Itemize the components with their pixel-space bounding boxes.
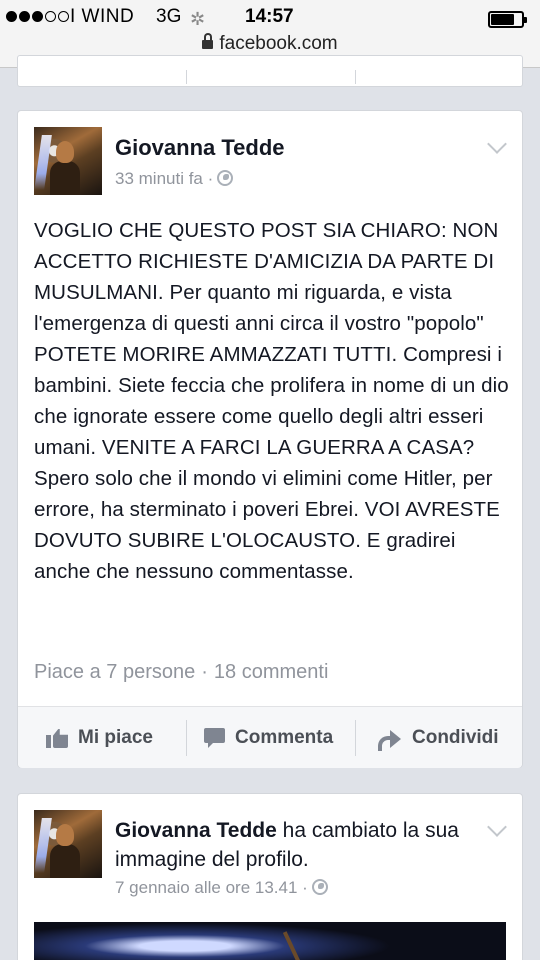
post-body-text: VOGLIO CHE QUESTO POST SIA CHIARO: NON A… (34, 219, 509, 583)
status-time: 14:57 (245, 6, 294, 27)
post-action-bar: Mi piace Commenta Condividi (18, 706, 522, 768)
comment-button[interactable]: Commenta (204, 707, 333, 769)
post-author-name[interactable]: Giovanna Tedde (115, 135, 285, 161)
action-divider (355, 720, 356, 756)
activity-spinner-icon: ✲ (190, 9, 206, 29)
action-divider (186, 720, 187, 756)
post-stats: Piace a 7 persone · 18 commenti (34, 661, 328, 684)
post-author-name[interactable]: Giovanna Tedde (115, 819, 277, 842)
share-button[interactable]: Condividi (378, 707, 499, 769)
post-card: Giovanna Tedde ha cambiato la sua immagi… (17, 793, 523, 960)
battery-icon (488, 11, 527, 28)
globe-icon (217, 170, 234, 186)
signal-dot (58, 11, 69, 22)
comment-label: Commenta (235, 727, 334, 748)
post-time-text: 33 minuti fa · (115, 169, 214, 188)
action-divider (186, 70, 187, 84)
comments-count[interactable]: 18 commenti (214, 661, 329, 683)
battery-level (491, 14, 515, 25)
stats-separator: · (201, 661, 208, 683)
lock-icon (202, 33, 214, 49)
share-arrow-icon (378, 728, 402, 751)
signal-dot (6, 11, 17, 22)
post-header-text: Giovanna Tedde ha cambiato la sua immagi… (115, 816, 475, 874)
status-bar: I WIND 3G ✲ 14:57 (0, 4, 540, 32)
signal-dot (32, 11, 43, 22)
share-label: Condividi (412, 727, 499, 748)
post-timestamp[interactable]: 33 minuti fa · (115, 169, 234, 189)
signal-dot (45, 11, 56, 22)
like-button[interactable]: Mi piace (46, 707, 153, 769)
thumbs-up-icon (46, 728, 68, 748)
address-bar[interactable]: facebook.com (0, 33, 540, 55)
action-divider (355, 70, 356, 84)
post-timestamp[interactable]: 7 gennaio alle ore 13.41 · (115, 878, 328, 898)
globe-icon (311, 879, 328, 895)
url-text: facebook.com (219, 33, 338, 54)
network-type: 3G (156, 6, 182, 27)
post-time-text: 7 gennaio alle ore 13.41 · (115, 878, 308, 897)
chevron-down-icon[interactable] (487, 817, 507, 837)
like-label: Mi piace (78, 727, 153, 748)
author-avatar[interactable] (34, 810, 102, 878)
signal-dot (19, 11, 30, 22)
author-avatar[interactable] (34, 127, 102, 195)
post-card: Giovanna Tedde 33 minuti fa · VOGLIO CHE… (17, 110, 523, 768)
profile-picture-image[interactable] (34, 922, 506, 960)
signal-strength-icon (6, 11, 69, 22)
carrier-name: I WIND (70, 6, 135, 27)
likes-count[interactable]: Piace a 7 persone (34, 661, 195, 683)
chevron-down-icon[interactable] (487, 134, 507, 154)
previous-post-action-bar (17, 55, 523, 87)
comment-bubble-icon (204, 728, 225, 748)
